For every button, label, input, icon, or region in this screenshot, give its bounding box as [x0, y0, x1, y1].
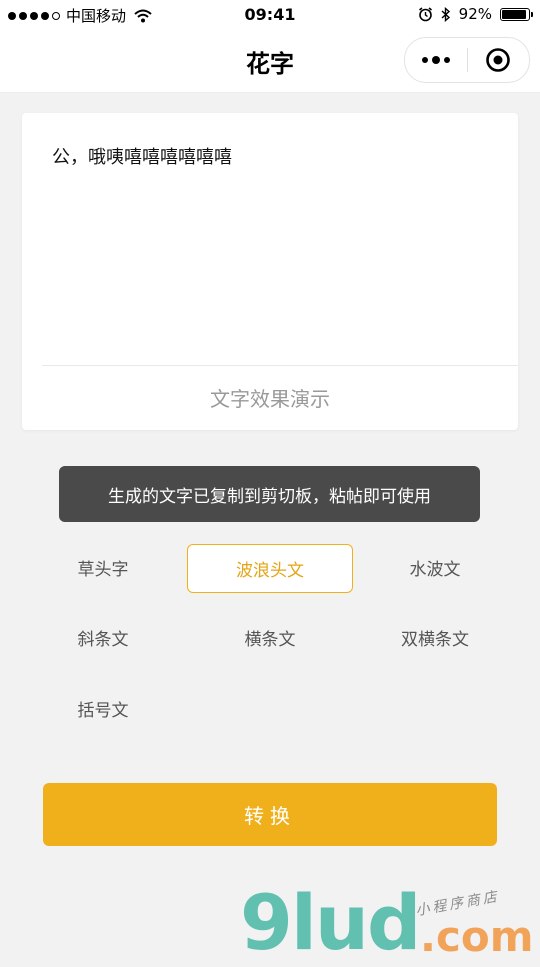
- text-card: 公，哦咦嘻嘻嘻嘻嘻嘻 文字效果演示: [22, 113, 518, 430]
- battery-fill: [502, 9, 526, 19]
- status-bar: 中国移动 09:41 92%: [0, 0, 540, 30]
- option-kuo-hao-wen[interactable]: 括号文: [20, 684, 186, 733]
- watermark-domain: .com: [420, 912, 534, 961]
- option-cao-tou-zi[interactable]: 草头字: [20, 543, 186, 592]
- option-heng-tiao-wen[interactable]: 横条文: [187, 613, 353, 662]
- battery-percent: 92%: [458, 5, 492, 23]
- target-close-icon: [486, 48, 511, 72]
- bluetooth-icon: [441, 6, 450, 22]
- more-button[interactable]: [405, 38, 467, 82]
- card-divider: [42, 365, 518, 366]
- more-dot-icon: [421, 57, 428, 63]
- mini-program-capsule: [404, 37, 530, 83]
- close-button[interactable]: [467, 38, 529, 82]
- battery-icon: [500, 7, 533, 21]
- alarm-icon: [418, 6, 432, 21]
- option-shuang-heng-tiao-wen[interactable]: 双横条文: [352, 613, 518, 662]
- option-bo-lang-tou-wen[interactable]: 波浪头文: [187, 544, 353, 593]
- status-right: 92%: [418, 5, 533, 23]
- convert-button[interactable]: 转换: [43, 783, 497, 846]
- more-dot-icon: [443, 57, 450, 63]
- nav-bar: 花字: [0, 30, 540, 93]
- watermark-logo: 9lud 小程序商店 .com: [240, 878, 540, 967]
- option-shui-bo-wen[interactable]: 水波文: [352, 543, 518, 592]
- copied-toast: 生成的文字已复制到剪切板，粘帖即可使用: [59, 466, 480, 522]
- watermark-logo-text: 9lud: [240, 878, 421, 967]
- effect-demo-text: 文字效果演示: [210, 387, 330, 411]
- input-textarea[interactable]: 公，哦咦嘻嘻嘻嘻嘻嘻: [52, 143, 232, 169]
- more-dot-icon: [431, 56, 440, 64]
- option-xie-tiao-wen[interactable]: 斜条文: [20, 613, 186, 662]
